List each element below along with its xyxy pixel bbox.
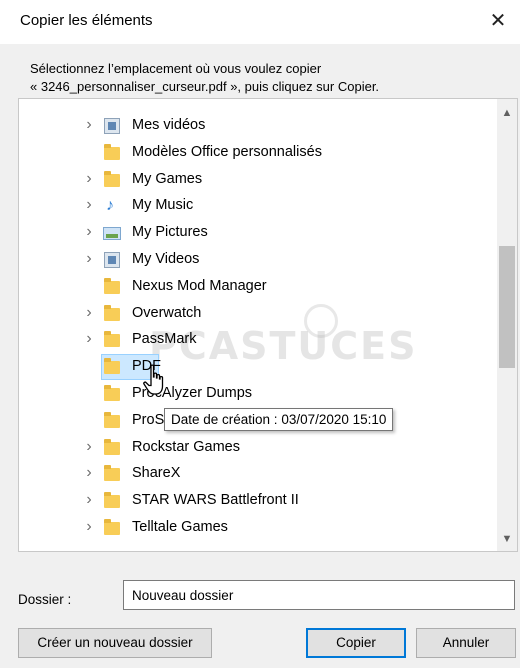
tree-item[interactable]: › Overwatch [19, 301, 495, 327]
expand-chevron-icon[interactable]: › [83, 250, 95, 268]
folder-name-input[interactable] [123, 580, 515, 610]
tree-item[interactable]: › Mes vidéos [19, 113, 495, 139]
folder-tree[interactable]: PCASTUCES ▲ ▼ › Mes vidéos Modèles Office … [18, 98, 518, 552]
expand-chevron-icon[interactable]: › [83, 518, 95, 536]
close-icon[interactable]: ✕ [480, 6, 516, 36]
tree-item[interactable]: › STAR WARS Battlefront II [19, 488, 495, 514]
tree-item-label: Rockstar Games [132, 438, 240, 455]
pictures-icon [103, 224, 121, 242]
folder-icon [103, 358, 121, 376]
expand-chevron-icon[interactable]: › [83, 116, 95, 134]
folder-icon [103, 385, 121, 403]
folder-icon [103, 304, 121, 323]
tree-item-label: STAR WARS Battlefront II [132, 492, 299, 509]
folder-icon [103, 492, 121, 510]
tree-item[interactable]: Modèles Office personnalisés [19, 140, 495, 166]
tree-item-label: Mes vidéos [132, 117, 206, 133]
music-icon: ♪ [106, 197, 114, 215]
tree-item[interactable]: › My Videos [19, 247, 495, 273]
tree-item-label: Overwatch [132, 304, 202, 321]
folder-icon [103, 277, 121, 296]
expand-chevron-icon[interactable]: › [83, 330, 95, 348]
copy-dialog: Copier les éléments ✕ Sélectionnez l’emp… [0, 0, 520, 668]
hand-pointer-icon [143, 364, 164, 395]
folder-icon [103, 331, 121, 349]
video-library-icon [103, 251, 121, 269]
creation-date-tooltip: Date de création : 03/07/2020 15:10 [164, 408, 394, 431]
copy-button[interactable]: Copier [306, 628, 406, 658]
tree-item[interactable]: › My Games [19, 167, 495, 193]
tree-item-label: Nexus Mod Manager [132, 277, 267, 294]
scroll-down-icon[interactable]: ▼ [497, 529, 517, 549]
tree-item-label: My Videos [132, 251, 200, 267]
tree-item-label: PassMark [132, 331, 197, 348]
tree-item-label: My Games [132, 170, 203, 187]
folder-field-label: Dossier : [18, 592, 72, 607]
new-folder-button[interactable]: Créer un nouveau dossier [18, 628, 212, 658]
folder-icon [103, 170, 121, 189]
tree-item[interactable]: › ♪ My Music [19, 193, 495, 219]
tree-item-label: Modèles Office personnalisés [132, 143, 322, 160]
folder-icon [103, 465, 121, 483]
vertical-scrollbar[interactable]: ▲ ▼ [497, 99, 517, 551]
dialog-title: Copier les éléments [20, 12, 153, 29]
title-bar: Copier les éléments ✕ [0, 0, 520, 44]
tree-item[interactable]: PDF [19, 354, 495, 381]
instruction-text: Sélectionnez l’emplacement où vous voule… [30, 60, 379, 96]
tree-item[interactable]: › My Pictures [19, 220, 495, 246]
tree-item[interactable]: › Telltale Games [19, 515, 495, 541]
instruction-line-1: Sélectionnez l’emplacement où vous voule… [30, 61, 322, 76]
cancel-button[interactable]: Annuler [416, 628, 516, 658]
expand-chevron-icon[interactable]: › [83, 464, 95, 482]
instruction-line-2: « 3246_personnaliser_curseur.pdf », puis… [30, 79, 380, 94]
folder-icon [103, 411, 121, 430]
tree-item-label: ShareX [132, 465, 181, 482]
expand-chevron-icon[interactable]: › [83, 304, 95, 322]
scroll-up-icon[interactable]: ▲ [497, 103, 517, 123]
tree-item-label: My Pictures [132, 224, 208, 241]
tree-item[interactable]: ProcAlyzer Dumps [19, 381, 495, 407]
tree-item-label: Telltale Games [132, 519, 228, 535]
tree-item-label: ProS [132, 411, 165, 428]
tree-item-label: My Music [132, 197, 194, 214]
expand-chevron-icon[interactable]: › [83, 438, 95, 456]
folder-icon [103, 519, 121, 537]
tree-item[interactable]: › Rockstar Games [19, 435, 495, 461]
expand-chevron-icon[interactable]: › [83, 223, 95, 241]
folder-icon [103, 143, 121, 162]
tree-item[interactable]: › ShareX [19, 461, 495, 487]
expand-chevron-icon[interactable]: › [83, 196, 95, 214]
tree-item[interactable]: › PassMark [19, 327, 495, 353]
folder-icon [103, 438, 121, 457]
expand-chevron-icon[interactable]: › [83, 491, 95, 509]
video-library-icon [103, 117, 121, 135]
expand-chevron-icon[interactable]: › [83, 170, 95, 188]
tree-item[interactable]: Nexus Mod Manager [19, 274, 495, 300]
scroll-thumb[interactable] [499, 246, 515, 368]
